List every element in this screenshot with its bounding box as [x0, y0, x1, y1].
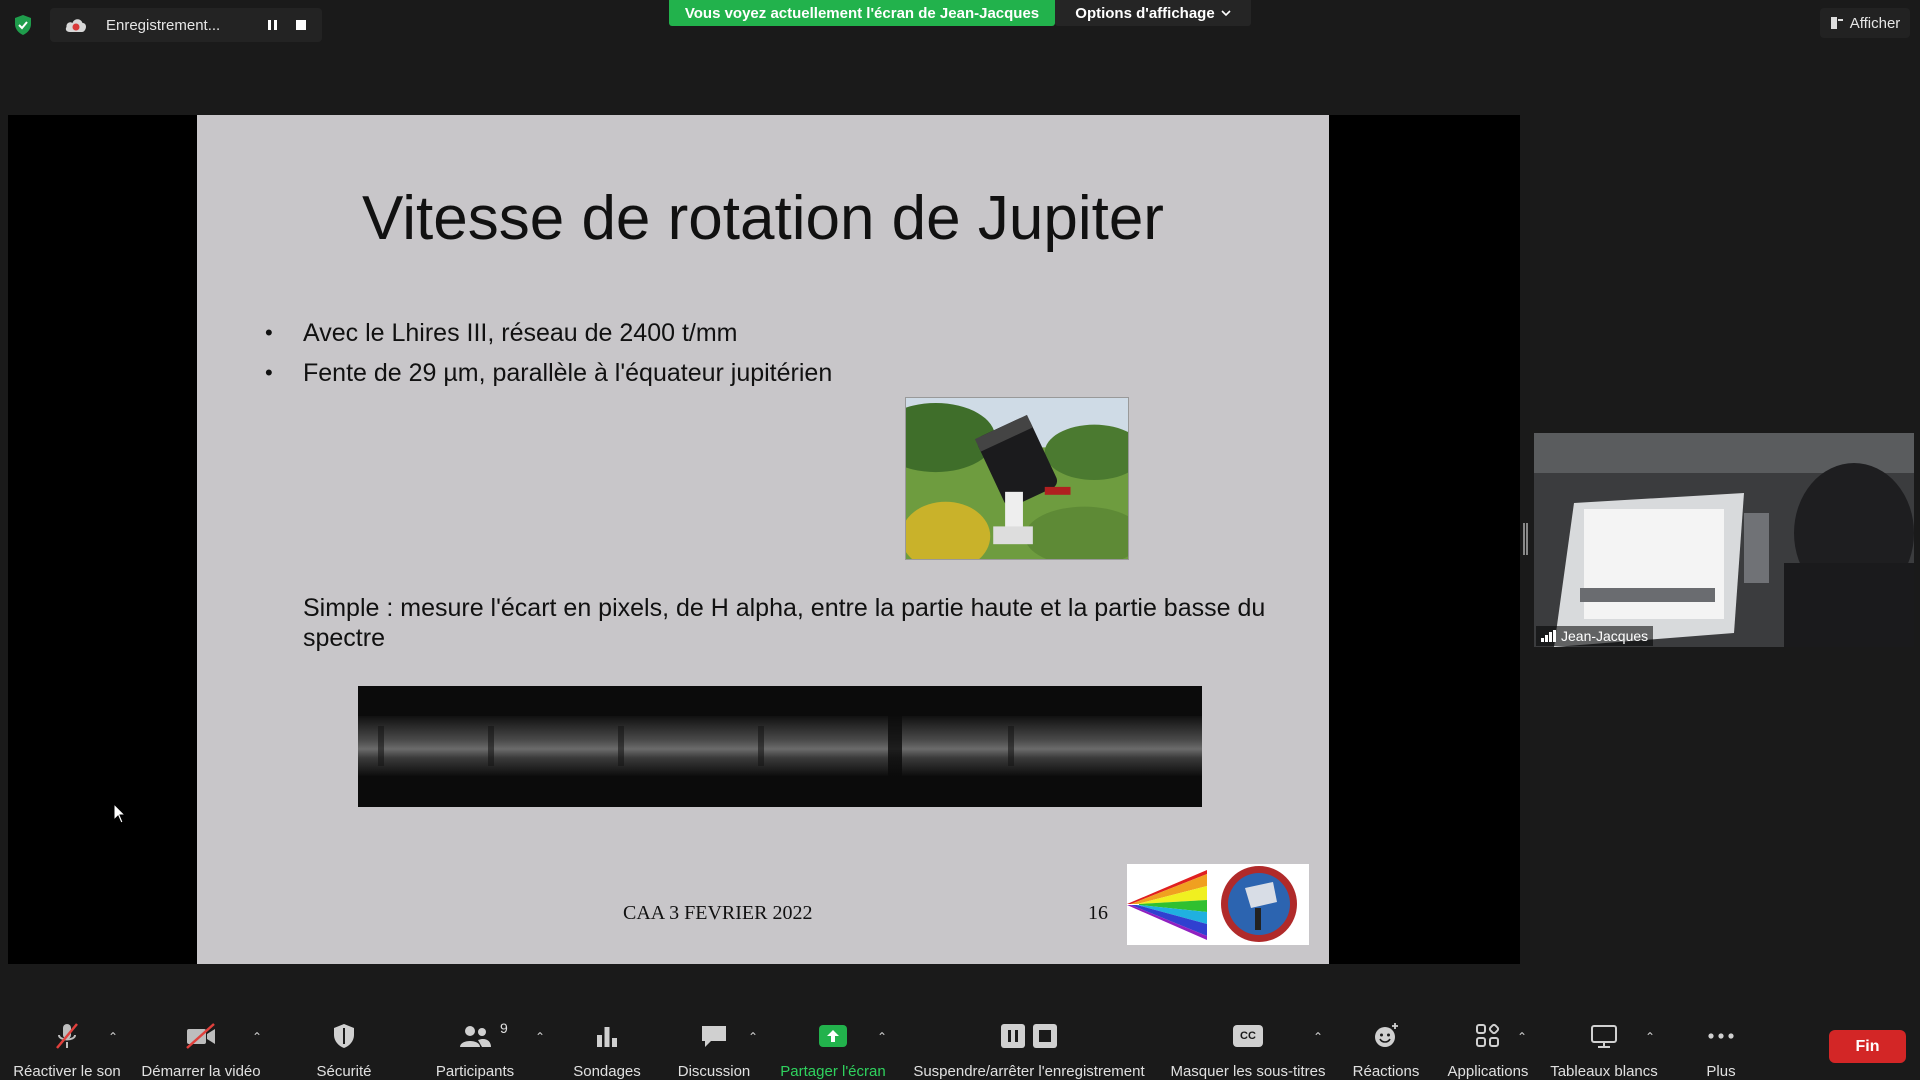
polls-label: Sondages [573, 1063, 641, 1080]
closed-captions-icon: CC [1233, 1024, 1263, 1047]
participants-label: Participants [435, 1063, 515, 1080]
recording-label: Enregistrement... [106, 16, 221, 34]
share-options-caret-icon[interactable]: ⌃ [877, 1030, 887, 1044]
view-options-button[interactable]: Options d'affichage [1055, 0, 1251, 26]
whiteboards-label: Tableaux blancs [1550, 1063, 1658, 1080]
show-panel-label: Afficher [1849, 14, 1901, 32]
pause-stop-recording-button[interactable]: Suspendre/arrêter l'enregistrement [904, 1006, 1154, 1080]
resize-handle[interactable] [1523, 523, 1528, 555]
audio-options-caret-icon[interactable]: ⌃ [108, 1030, 118, 1044]
slide-title: Vitesse de rotation de Jupiter [362, 184, 1164, 253]
top-bar: Enregistrement... Vous voyez actuellemen… [0, 0, 1920, 52]
spectrum-image [358, 686, 1202, 807]
participant-name: Jean-Jacques [1561, 628, 1649, 644]
hide-captions-label: Masquer les sous-titres [1170, 1063, 1326, 1080]
chat-label: Discussion [677, 1063, 751, 1080]
bullet-item: • Fente de 29 µm, parallèle à l'équateur … [265, 358, 833, 387]
reactions-button[interactable]: Réactions [1340, 1006, 1432, 1080]
unmute-label: Réactiver le son [13, 1063, 121, 1080]
apps-label: Applications [1447, 1063, 1529, 1080]
stop-recording-button[interactable] [290, 14, 312, 36]
bullet-item: • Avec le Lhires III, réseau de 2400 t/mm [265, 318, 738, 347]
polls-button[interactable]: Sondages [562, 1006, 652, 1080]
participants-button[interactable]: 9 Participants [425, 1006, 525, 1080]
whiteboards-options-caret-icon[interactable]: ⌃ [1645, 1030, 1655, 1044]
apps-options-caret-icon[interactable]: ⌃ [1517, 1030, 1527, 1044]
slide-page-number: 16 [1088, 902, 1108, 924]
whiteboard-icon [1591, 1024, 1617, 1048]
pause-recording-button[interactable] [261, 14, 283, 36]
security-shield-toolbar-icon [334, 1023, 354, 1048]
apps-grid-icon [1476, 1023, 1500, 1047]
security-label: Sécurité [316, 1063, 372, 1080]
signal-strength-icon [1541, 630, 1557, 642]
hide-captions-button[interactable]: CC Masquer les sous-titres [1164, 1006, 1332, 1080]
participant-video-feed [1534, 433, 1914, 647]
share-screen-label: Partager l'écran [780, 1063, 886, 1080]
panel-icon [1830, 17, 1843, 29]
chevron-down-icon [1221, 10, 1231, 17]
polls-bar-chart-icon [597, 1026, 617, 1047]
muted-microphone-icon [56, 1022, 78, 1049]
share-screen-button[interactable]: Partager l'écran [774, 1006, 892, 1080]
reactions-smiley-icon [1375, 1022, 1398, 1047]
security-shield-icon[interactable] [12, 14, 34, 36]
start-video-button[interactable]: Démarrer la vidéo [136, 1006, 266, 1080]
participants-icon [460, 1025, 491, 1047]
meeting-toolbar: Réactiver le son ⌃ Démarrer la vidéo ⌃ S… [0, 1006, 1920, 1080]
stop-icon [1033, 1023, 1057, 1048]
view-options-label: Options d'affichage [1075, 4, 1215, 22]
start-video-label: Démarrer la vidéo [141, 1063, 261, 1080]
chat-bubble-icon [702, 1025, 726, 1047]
share-screen-arrow-icon [819, 1024, 847, 1047]
club-astronomy-logo [1127, 864, 1309, 945]
more-ellipsis-icon [1708, 1032, 1734, 1039]
pause-stop-recording-label: Suspendre/arrêter l'enregistrement [913, 1063, 1145, 1080]
recording-indicator: Enregistrement... [50, 8, 322, 42]
participant-video-tile[interactable]: Jean-Jacques [1534, 433, 1914, 647]
bullet-list: • Avec le Lhires III, réseau de 2400 t/mm… [265, 313, 832, 393]
captions-options-caret-icon[interactable]: ⌃ [1313, 1030, 1323, 1044]
stop-icon [296, 20, 306, 30]
show-panel-button[interactable]: Afficher [1820, 8, 1910, 38]
slide-body-text: Simple : mesure l'écart en pixels, de H … [303, 594, 1266, 652]
participant-name-tag: Jean-Jacques [1536, 626, 1654, 646]
shared-screen: Vitesse de rotation de Jupiter • Avec le … [8, 115, 1520, 964]
telescope-photo [905, 397, 1129, 560]
more-label: Plus [1706, 1063, 1736, 1080]
reactions-label: Réactions [1352, 1063, 1420, 1080]
security-button[interactable]: Sécurité [300, 1006, 388, 1080]
end-meeting-button[interactable]: Fin [1829, 1030, 1906, 1063]
video-off-icon [186, 1022, 215, 1049]
screen-share-banner: Vous voyez actuellement l'écran de Jean-… [669, 0, 1055, 26]
presentation-slide: Vitesse de rotation de Jupiter • Avec le … [197, 115, 1329, 964]
chat-options-caret-icon[interactable]: ⌃ [748, 1030, 758, 1044]
participants-count: 9 [500, 1020, 508, 1036]
slide-footer: CAA 3 FEVRIER 2022 [623, 902, 813, 924]
participants-options-caret-icon[interactable]: ⌃ [535, 1030, 545, 1044]
chat-button[interactable]: Discussion [668, 1006, 760, 1080]
mouse-cursor-icon [113, 803, 127, 824]
cloud-recording-icon [65, 19, 87, 32]
more-button[interactable]: Plus [1690, 1006, 1752, 1080]
video-options-caret-icon[interactable]: ⌃ [252, 1030, 262, 1044]
pause-icon [1001, 1023, 1025, 1048]
